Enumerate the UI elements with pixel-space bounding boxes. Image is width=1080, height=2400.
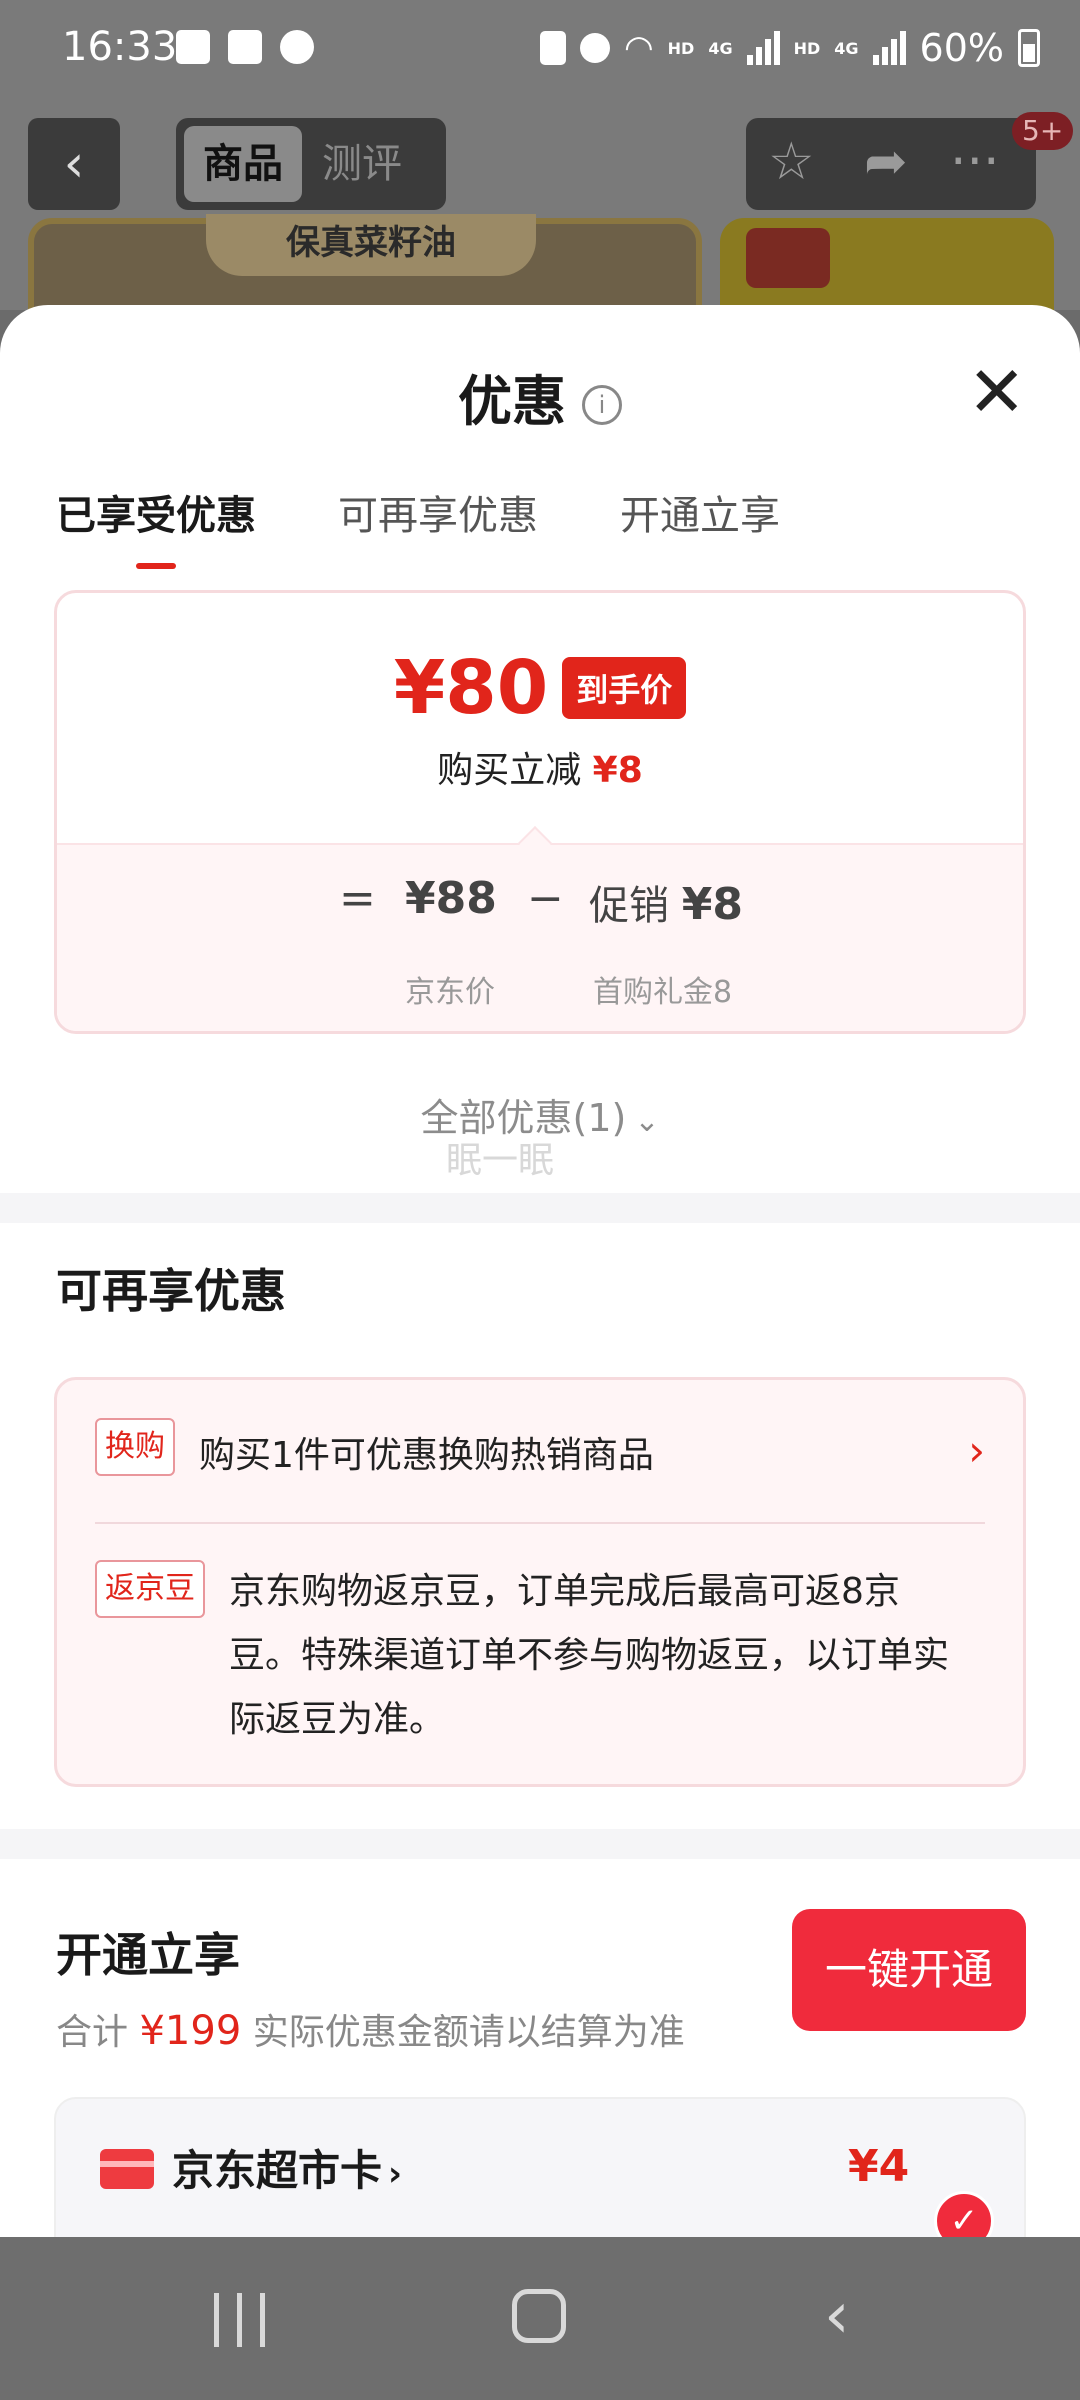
wifi-icon: ◠ bbox=[623, 28, 654, 68]
alarm-icon bbox=[579, 33, 610, 63]
more-icon[interactable]: ··· bbox=[950, 132, 1000, 192]
total-label: 合计 bbox=[56, 2012, 129, 2053]
discount-tabs: 已享受优惠 可再享优惠 开通立享 bbox=[56, 483, 780, 569]
sheet-title-text: 优惠 bbox=[458, 370, 566, 433]
equals-sign: = bbox=[339, 873, 376, 924]
section-divider-2 bbox=[0, 1829, 1080, 1859]
brand-logo bbox=[746, 228, 830, 288]
final-price: ¥80 bbox=[393, 645, 549, 731]
jd-price-label: 京东价 bbox=[405, 975, 495, 1010]
card-name[interactable]: 京东超市卡 › bbox=[172, 2137, 402, 2198]
home-button[interactable] bbox=[512, 2289, 566, 2343]
card-icon bbox=[100, 2149, 154, 2189]
section-divider bbox=[0, 1193, 1080, 1223]
sheet-title: 优惠 i bbox=[0, 357, 1080, 436]
card-name-label: 京东超市卡 bbox=[172, 2146, 383, 2195]
hd-label: HD bbox=[667, 38, 695, 58]
clock: 16:33 bbox=[62, 24, 178, 70]
minus-sign: − bbox=[527, 873, 564, 924]
back-button[interactable]: ‹ bbox=[28, 118, 120, 210]
one-click-open-button[interactable]: 一键开通 bbox=[792, 1909, 1026, 2031]
supermarket-card-item[interactable]: 京东超市卡 › ¥4 ✓ bbox=[54, 2097, 1026, 2237]
info-icon[interactable]: i bbox=[582, 385, 622, 426]
tab-more[interactable]: 可再享优惠 bbox=[338, 483, 538, 541]
star-icon[interactable]: ☆ bbox=[768, 132, 815, 192]
battery-percent: 60% bbox=[919, 26, 1004, 70]
final-price-tag: 到手价 bbox=[562, 657, 687, 719]
promo-value: 促销 ¥8 bbox=[589, 873, 743, 931]
status-bar: 16:33 ◠ HD 4G HD 4G 60% bbox=[0, 0, 1080, 100]
jd-beans-tag: 返京豆 bbox=[95, 1560, 205, 1618]
top-actions: ☆ ➦ ··· bbox=[746, 118, 1036, 210]
total-note: 实际优惠金额请以结算为准 bbox=[252, 2012, 685, 2053]
trade-in-text: 购买1件可优惠换购热销商品 bbox=[199, 1435, 654, 1476]
more-discounts-card: 换购 购买1件可优惠换购热销商品 › 返京豆 京东购物返京豆，订单完成后最高可返… bbox=[54, 1377, 1026, 1787]
4g-label: 4G bbox=[708, 38, 733, 58]
chevron-down-icon: ⌄ bbox=[634, 1104, 660, 1139]
tab-open[interactable]: 开通立享 bbox=[620, 483, 780, 541]
signal-icon-2 bbox=[872, 31, 906, 65]
system-nav-bar: ‹ bbox=[0, 2237, 1080, 2400]
save-row: 购买立减 ¥8 bbox=[57, 741, 1023, 793]
card-price: ¥4 bbox=[848, 2141, 910, 2192]
signal-icon bbox=[746, 31, 780, 65]
recent-apps-button[interactable] bbox=[214, 2293, 265, 2347]
jd-beans-text: 京东购物返京豆，订单完成后最高可返8京豆。特殊渠道订单不参与购物返豆，以订单实际… bbox=[229, 1571, 950, 1740]
list-divider bbox=[95, 1522, 985, 1524]
folder-icon bbox=[176, 30, 210, 64]
tab-review[interactable]: 测评 bbox=[322, 126, 402, 202]
more-discounts-title: 可再享优惠 bbox=[56, 1264, 286, 1318]
tab-enjoyed[interactable]: 已享受优惠 bbox=[56, 483, 256, 569]
open-section-title: 开通立享 bbox=[56, 1928, 240, 1982]
enjoyed-discount-card: ¥80 到手价 购买立减 ¥8 = ¥88 − 促销 ¥8 京东价 首购礼金8 bbox=[54, 590, 1026, 1034]
price-calculation: = ¥88 − 促销 ¥8 京东价 首购礼金8 bbox=[57, 843, 1023, 1031]
clock-app-icon bbox=[228, 30, 262, 64]
message-badge: 5+ bbox=[1012, 112, 1074, 150]
save-amount: ¥8 bbox=[592, 750, 643, 791]
share-icon[interactable]: ➦ bbox=[864, 132, 908, 192]
qq-icon bbox=[280, 30, 314, 64]
chevron-right-icon: › bbox=[968, 1426, 985, 1475]
total-amount: ¥199 bbox=[139, 2008, 242, 2054]
promo-detail: 首购礼金8 bbox=[593, 975, 733, 1010]
final-price-row: ¥80 到手价 bbox=[57, 645, 1023, 731]
page-segment: 商品 测评 bbox=[176, 118, 446, 210]
check-icon[interactable]: ✓ bbox=[934, 2191, 994, 2237]
nav-back-button[interactable]: ‹ bbox=[824, 2279, 850, 2353]
clipboard-icon bbox=[539, 31, 566, 65]
system-icons: ◠ HD 4G HD 4G 60% bbox=[539, 26, 1040, 70]
hd-label-2: HD bbox=[793, 38, 821, 58]
discount-sheet: 优惠 i ✕ 已享受优惠 可再享优惠 开通立享 ¥80 到手价 购买立减 ¥8 = … bbox=[0, 305, 1080, 2237]
promo-amount: ¥8 bbox=[681, 879, 743, 930]
trade-in-tag: 换购 bbox=[95, 1418, 175, 1476]
close-icon[interactable]: ✕ bbox=[967, 357, 1026, 427]
chevron-right-icon: › bbox=[388, 2154, 403, 2194]
4g-label-2: 4G bbox=[834, 38, 859, 58]
promo-label: 促销 bbox=[589, 883, 669, 929]
open-summary: 合计 ¥199 实际优惠金额请以结算为准 bbox=[56, 2003, 685, 2055]
tab-goods[interactable]: 商品 bbox=[184, 126, 302, 202]
jd-price: ¥88 bbox=[405, 873, 497, 924]
notification-icons bbox=[176, 30, 314, 64]
product-page-background: ‹ 商品 测评 ☆ ➦ ··· 5+ 保真菜籽油 bbox=[0, 100, 1080, 328]
watermark-text: 眠一眠 bbox=[446, 1140, 555, 1181]
battery-icon bbox=[1018, 29, 1040, 67]
product-banner: 保真菜籽油 bbox=[206, 214, 536, 276]
save-label: 购买立减 bbox=[437, 750, 582, 791]
